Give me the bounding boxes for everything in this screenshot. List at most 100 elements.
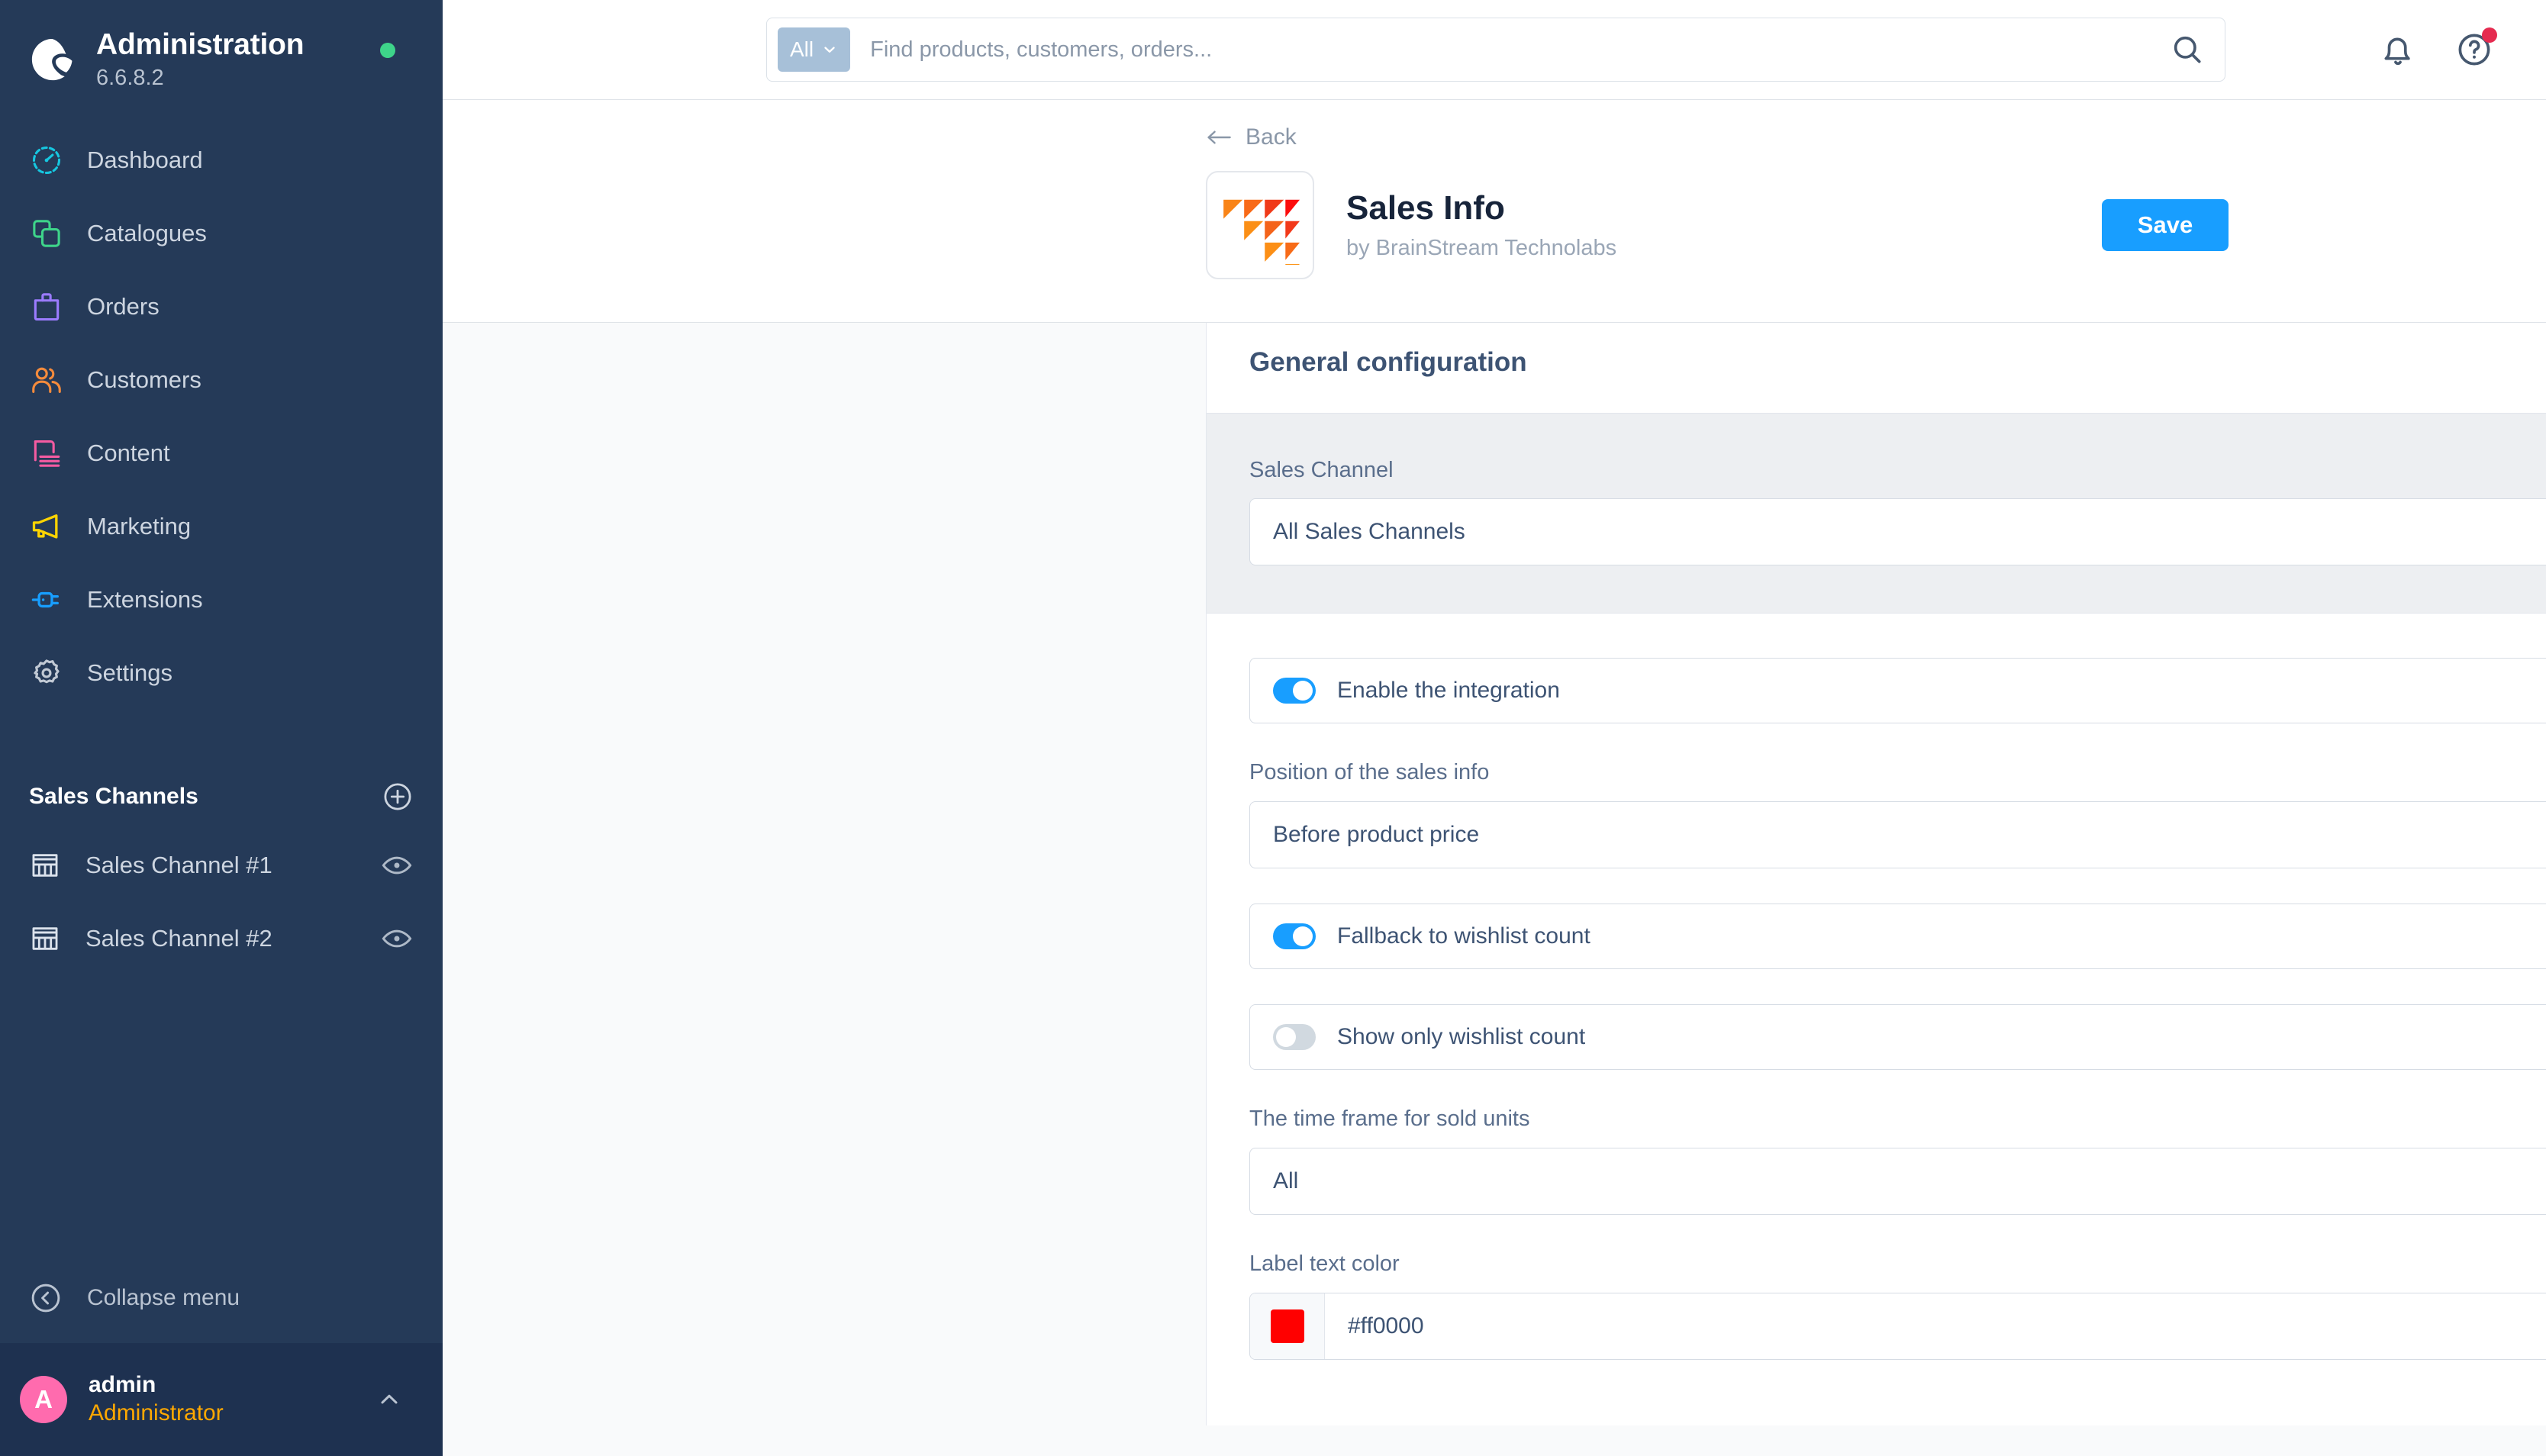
sales-channel-select[interactable]: All Sales Channels xyxy=(1249,498,2546,565)
global-search[interactable]: All xyxy=(766,18,2225,82)
general-configuration-card: General configuration Sales Channel All … xyxy=(1206,323,2546,1425)
show-only-wishlist-row[interactable]: Show only wishlist count ? xyxy=(1249,1004,2546,1070)
collapse-left-circle-icon xyxy=(29,1281,63,1315)
card-fields: Enable the integration ? Position of the… xyxy=(1207,614,2546,1425)
page-title: Sales Info xyxy=(1346,188,1505,227)
marketing-megaphone-icon xyxy=(29,509,64,544)
settings-gear-icon xyxy=(29,656,64,691)
sales-channel-label: Sales Channel xyxy=(1249,458,1394,482)
sidebar-channel-label: Sales Channel #1 xyxy=(85,852,272,878)
topbar: All xyxy=(443,0,2546,100)
main-area: All Find products, customers, orders... … xyxy=(443,0,2546,1456)
sidebar-section-sales-channels: Sales Channels xyxy=(0,765,443,829)
sidebar: Administration 6.6.8.2 Dashboard Catalog… xyxy=(0,0,443,1456)
label-text-color-label-row: Label text color ? xyxy=(1249,1250,2546,1277)
fallback-wishlist-toggle[interactable] xyxy=(1273,923,1316,949)
sidebar-item-extensions[interactable]: Extensions xyxy=(0,563,443,636)
user-name: admin xyxy=(89,1372,156,1398)
sales-channel-value: All Sales Channels xyxy=(1273,519,1465,544)
sidebar-item-catalogues[interactable]: Catalogues xyxy=(0,197,443,270)
notification-badge xyxy=(2482,27,2497,43)
arrow-left-icon xyxy=(1206,127,1232,147)
toggle-knob xyxy=(1276,1027,1296,1047)
sidebar-item-label: Customers xyxy=(87,366,201,393)
chevron-down-icon xyxy=(821,41,838,58)
eye-icon[interactable] xyxy=(380,922,414,955)
sidebar-brand-title: Administration xyxy=(96,28,305,61)
search-input[interactable] xyxy=(850,36,2170,63)
sidebar-item-customers[interactable]: Customers xyxy=(0,343,443,417)
collapse-menu-label: Collapse menu xyxy=(87,1285,240,1310)
catalogues-copy-icon xyxy=(29,216,64,251)
position-value: Before product price xyxy=(1273,822,1480,847)
status-dot xyxy=(380,43,395,58)
sidebar-channel-1[interactable]: Sales Channel #1 xyxy=(0,829,443,902)
enable-integration-toggle[interactable] xyxy=(1273,678,1316,704)
position-field: Position of the sales info ? Before prod… xyxy=(1249,759,2546,868)
back-label: Back xyxy=(1246,124,1297,150)
customers-people-icon xyxy=(29,362,64,398)
page-header: Back Sales Info by BrainStream Technolab… xyxy=(443,100,2546,323)
user-role: Administrator xyxy=(89,1400,224,1425)
time-frame-label: The time frame for sold units xyxy=(1249,1106,1530,1131)
chevron-up-icon[interactable] xyxy=(375,1386,403,1413)
sidebar-item-marketing[interactable]: Marketing xyxy=(0,490,443,563)
sidebar-item-orders[interactable]: Orders xyxy=(0,270,443,343)
sidebar-channel-2[interactable]: Sales Channel #2 xyxy=(0,902,443,975)
topbar-actions xyxy=(2378,27,2497,69)
fallback-wishlist-label: Fallback to wishlist count xyxy=(1337,923,1590,949)
storefront-icon xyxy=(29,923,61,955)
color-swatch xyxy=(1270,1309,1304,1343)
sales-channel-band: Sales Channel All Sales Channels xyxy=(1207,413,2546,614)
label-text-color-input-group[interactable] xyxy=(1249,1293,2546,1360)
label-text-color-field: Label text color ? xyxy=(1249,1250,2546,1360)
user-menu[interactable]: A admin Administrator xyxy=(0,1343,443,1456)
search-icon[interactable] xyxy=(2170,32,2205,67)
card-header: General configuration xyxy=(1207,323,2546,413)
dashboard-gauge-icon xyxy=(29,143,64,178)
help-circle-icon[interactable] xyxy=(2454,27,2497,69)
eye-icon[interactable] xyxy=(380,849,414,882)
time-frame-select[interactable]: All xyxy=(1249,1148,2546,1215)
enable-integration-label: Enable the integration xyxy=(1337,678,1560,703)
color-swatch-button[interactable] xyxy=(1250,1293,1325,1359)
orders-bag-icon xyxy=(29,289,64,324)
time-frame-label-row: The time frame for sold units ? xyxy=(1249,1105,2546,1132)
fallback-wishlist-row[interactable]: Fallback to wishlist count ? xyxy=(1249,904,2546,969)
search-scope-label: All xyxy=(790,37,814,61)
show-only-wishlist-label: Show only wishlist count xyxy=(1337,1024,1586,1049)
toggle-knob xyxy=(1293,926,1313,946)
sidebar-item-label: Orders xyxy=(87,293,160,320)
sidebar-item-label: Content xyxy=(87,440,170,466)
enable-integration-row[interactable]: Enable the integration ? xyxy=(1249,658,2546,723)
sidebar-brand[interactable]: Administration 6.6.8.2 xyxy=(0,0,443,98)
content-page-icon xyxy=(29,436,64,471)
sidebar-item-dashboard[interactable]: Dashboard xyxy=(0,124,443,197)
sidebar-nav: Dashboard Catalogues Orders Customers Co… xyxy=(0,98,443,710)
page-subtitle: by BrainStream Technolabs xyxy=(1346,235,1617,260)
sidebar-channel-label: Sales Channel #2 xyxy=(85,925,272,952)
position-select[interactable]: Before product price xyxy=(1249,801,2546,868)
save-button[interactable]: Save xyxy=(2102,199,2229,251)
search-scope-dropdown[interactable]: All xyxy=(778,27,851,72)
sidebar-item-content[interactable]: Content xyxy=(0,417,443,490)
position-label-row: Position of the sales info ? xyxy=(1249,759,2546,786)
shopware-logo-icon xyxy=(29,36,76,83)
sidebar-item-label: Settings xyxy=(87,659,173,686)
show-only-wishlist-toggle[interactable] xyxy=(1273,1024,1316,1050)
time-frame-field: The time frame for sold units ? All xyxy=(1249,1105,2546,1215)
back-button[interactable]: Back xyxy=(1206,124,1297,150)
collapse-menu-button[interactable]: Collapse menu xyxy=(0,1258,443,1338)
color-hex-input[interactable] xyxy=(1325,1293,2546,1359)
section-title: General configuration xyxy=(1249,347,1527,377)
app-root: Administration 6.6.8.2 Dashboard Catalog… xyxy=(0,0,2546,1456)
page-body: General configuration Sales Channel All … xyxy=(443,323,2546,1456)
sidebar-section-title: Sales Channels xyxy=(29,784,198,809)
page-header-row: Sales Info by BrainStream Technolabs Sav… xyxy=(443,151,2546,322)
plus-circle-icon[interactable] xyxy=(382,781,414,813)
sidebar-item-settings[interactable]: Settings xyxy=(0,636,443,710)
avatar: A xyxy=(20,1376,67,1423)
sales-info-triangles-logo xyxy=(1206,171,1314,279)
sidebar-item-label: Extensions xyxy=(87,586,203,613)
bell-icon[interactable] xyxy=(2378,30,2418,69)
